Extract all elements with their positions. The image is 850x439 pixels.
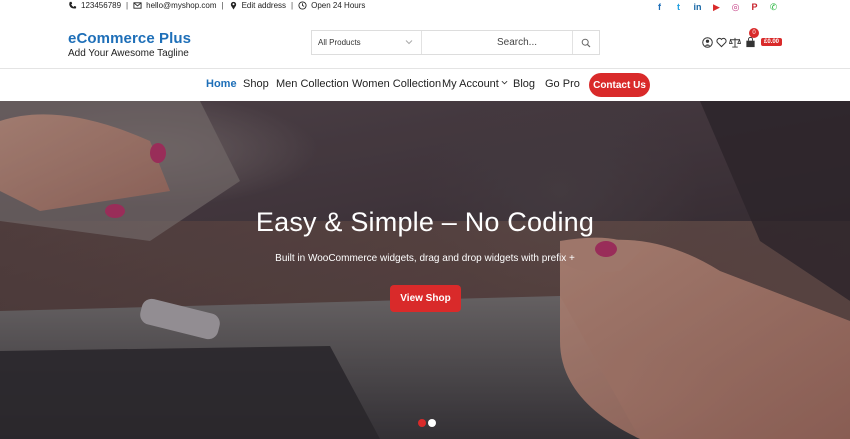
hero-subtitle: Built in WooCommerce widgets, drag and d… — [275, 253, 575, 264]
slider-dot[interactable] — [418, 419, 426, 427]
phone-item[interactable]: 123456789 — [68, 1, 121, 10]
hours-item: Open 24 Hours — [298, 1, 365, 10]
nav-item-women-collection[interactable]: Women Collection — [352, 78, 441, 90]
contact-us-button[interactable]: Contact Us — [589, 73, 650, 97]
phone-icon — [69, 1, 77, 9]
nav-item-go-pro[interactable]: Go Pro — [545, 78, 580, 90]
account-button[interactable] — [700, 35, 714, 49]
location-pin-icon — [230, 1, 236, 10]
hours-text: Open 24 Hours — [311, 1, 366, 10]
compare-button[interactable] — [728, 35, 742, 49]
mail-icon — [133, 2, 142, 9]
nav-item-blog[interactable]: Blog — [513, 78, 535, 90]
header-actions: 0 £0.00 — [700, 28, 783, 49]
slider-pagination — [418, 419, 438, 427]
cart-button[interactable]: 0 — [742, 28, 759, 49]
instagram-icon[interactable]: ◎ — [726, 1, 745, 13]
youtube-icon[interactable]: ▶ — [707, 1, 726, 13]
nav-item-my-account[interactable]: My Account — [442, 78, 508, 90]
chevron-down-icon — [501, 80, 508, 85]
category-select-value: All Products — [318, 38, 361, 47]
slider-dot[interactable] — [428, 419, 436, 427]
heart-icon — [715, 37, 727, 47]
user-icon — [701, 36, 713, 48]
main-navigation: Home Shop Men Collection Women Collectio… — [0, 70, 850, 101]
address-text: Edit address — [241, 1, 287, 10]
pinterest-icon[interactable]: P — [745, 1, 764, 13]
phone-text: 123456789 — [81, 1, 122, 10]
site-header: eCommerce Plus Add Your Awesome Tagline … — [0, 14, 850, 69]
nav-item-men-collection[interactable]: Men Collection — [276, 78, 349, 90]
wishlist-button[interactable] — [714, 35, 728, 49]
chevron-down-icon — [405, 40, 413, 45]
nav-item-home[interactable]: Home — [206, 78, 237, 90]
linkedin-icon[interactable]: in — [688, 1, 707, 13]
view-shop-button[interactable]: View Shop — [390, 285, 461, 312]
search-button[interactable] — [572, 31, 599, 54]
hero-slider: Easy & Simple – No Coding Built in WooCo… — [0, 101, 850, 439]
site-title[interactable]: eCommerce Plus — [68, 30, 191, 47]
product-search: All Products Search... — [311, 30, 600, 55]
cart-count-badge: 0 — [749, 28, 759, 38]
social-links: f t in ▶ ◎ P ✆ — [650, 1, 783, 13]
facebook-icon[interactable]: f — [650, 1, 669, 13]
contact-info: 123456789 | hello@myshop.com | Edit addr… — [68, 1, 365, 10]
divider: | — [126, 1, 129, 10]
compare-scale-icon — [729, 37, 741, 48]
search-icon — [581, 38, 591, 47]
nav-item-shop[interactable]: Shop — [243, 78, 269, 90]
cart-total[interactable]: £0.00 — [761, 38, 783, 46]
email-text: hello@myshop.com — [146, 1, 217, 10]
search-input[interactable]: Search... — [422, 31, 572, 54]
shopping-bag-icon — [745, 36, 755, 47]
clock-icon — [298, 1, 307, 10]
nav-item-my-account-label: My Account — [442, 78, 499, 90]
email-item[interactable]: hello@myshop.com — [133, 1, 217, 10]
category-select[interactable]: All Products — [312, 31, 422, 54]
hero-title: Easy & Simple – No Coding — [255, 207, 595, 237]
address-item[interactable]: Edit address — [229, 1, 286, 10]
top-bar: 123456789 | hello@myshop.com | Edit addr… — [0, 0, 850, 14]
hero-background-image — [0, 101, 850, 439]
divider: | — [291, 1, 294, 10]
whatsapp-icon[interactable]: ✆ — [764, 1, 783, 13]
divider: | — [221, 1, 224, 10]
site-tagline: Add Your Awesome Tagline — [68, 48, 189, 59]
twitter-icon[interactable]: t — [669, 1, 688, 13]
